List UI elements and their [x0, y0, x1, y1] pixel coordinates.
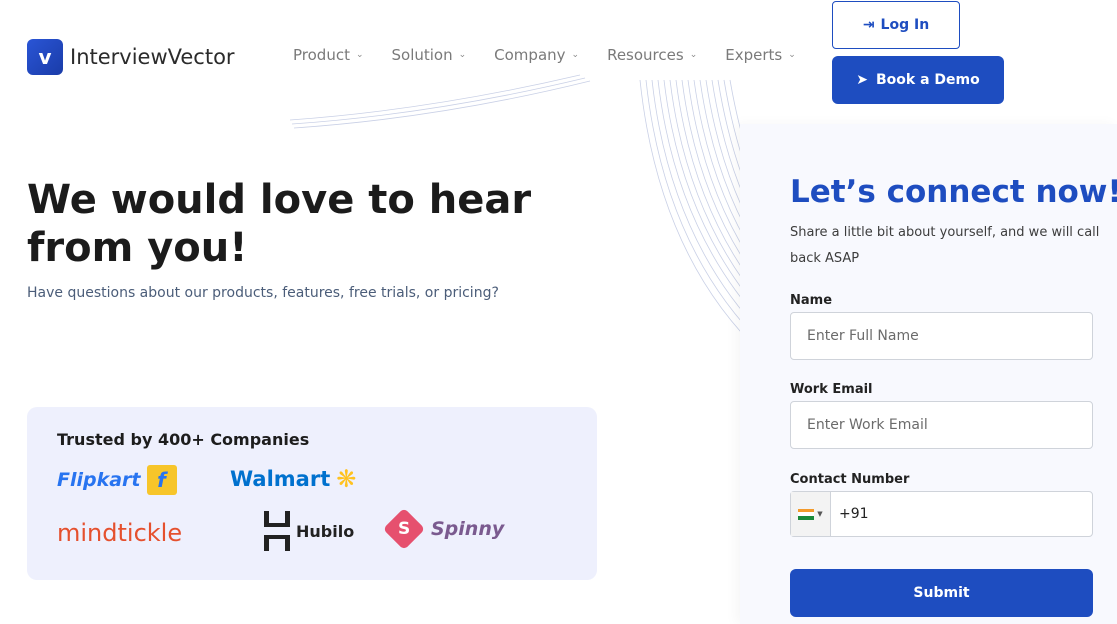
nav-label: Product [293, 46, 350, 64]
name-input[interactable] [790, 312, 1093, 360]
book-demo-button[interactable]: ➤ Book a Demo [832, 56, 1004, 104]
chevron-down-icon: ⌄ [689, 50, 698, 60]
hubilo-mark-icon [264, 511, 290, 551]
nav-label: Solution [391, 46, 453, 64]
mindtickle-wordmark: mindtickle [57, 519, 183, 547]
nav-item-company[interactable]: Company ⌄ [494, 46, 579, 64]
book-demo-label: Book a Demo [875, 72, 980, 88]
chevron-down-icon: ⌄ [458, 50, 467, 60]
send-icon: ➤ [856, 72, 868, 88]
work-email-label: Work Email [790, 382, 873, 397]
flipkart-logo: Flipkart f [57, 465, 177, 495]
caret-down-icon: ▼ [817, 510, 823, 518]
nav-item-solution[interactable]: Solution ⌄ [392, 46, 467, 64]
contact-form-panel: Let’s connect now! Share a little bit ab… [740, 124, 1117, 624]
trusted-title: Trusted by 400+ Companies [57, 430, 310, 449]
hubilo-wordmark: Hubilo [296, 521, 355, 541]
nav-item-experts[interactable]: Experts ⌄ [725, 46, 796, 64]
logo-mark-icon: v [27, 39, 63, 75]
main-nav: Product ⌄ Solution ⌄ Company ⌄ Resources… [293, 46, 824, 64]
contact-number-input[interactable] [831, 492, 1092, 536]
nav-label: Company [494, 46, 566, 64]
login-button[interactable]: ⇥ Log In [832, 1, 960, 49]
login-arrow-icon: ⇥ [862, 17, 875, 33]
login-label: Log In [880, 17, 930, 33]
hero-subtitle: Have questions about our products, featu… [27, 285, 499, 301]
nav-label: Resources [607, 46, 684, 64]
form-subtitle: Share a little bit about yourself, and w… [790, 225, 1100, 266]
hero-title: We would love to hear from you! [27, 177, 532, 271]
walmart-wordmark: Walmart [230, 467, 331, 491]
trusted-companies-card: Trusted by 400+ Companies Flipkart f Wal… [27, 407, 597, 580]
spinny-logo: S Spinny [382, 507, 505, 551]
contact-number-label: Contact Number [790, 472, 910, 487]
form-title: Let’s connect now! [790, 174, 1117, 210]
nav-label: Experts [725, 46, 783, 64]
spinny-mark-icon: S [382, 507, 426, 551]
flipkart-bag-icon: f [146, 465, 177, 495]
country-code-select[interactable]: ▼ [791, 492, 831, 536]
contact-page: v InterviewVector Product ⌄ Solution ⌄ C… [0, 0, 1117, 624]
brand-name: InterviewVector [70, 45, 235, 69]
chevron-down-icon: ⌄ [571, 50, 580, 60]
contact-number-field: ▼ [790, 491, 1093, 537]
mindtickle-logo: mindtickle [57, 519, 182, 547]
india-flag-icon [798, 508, 815, 520]
name-label: Name [790, 293, 833, 308]
walmart-spark-icon: ❋ [336, 465, 357, 493]
walmart-logo: Walmart ❋ [230, 465, 356, 493]
chevron-down-icon: ⌄ [788, 50, 796, 60]
nav-item-product[interactable]: Product ⌄ [293, 46, 364, 64]
chevron-down-icon: ⌄ [355, 50, 364, 60]
spinny-wordmark: Spinny [431, 518, 505, 540]
hubilo-logo: Hubilo [264, 511, 354, 551]
work-email-input[interactable] [790, 401, 1093, 449]
submit-button[interactable]: Submit [790, 569, 1093, 617]
flipkart-wordmark: Flipkart [57, 469, 141, 491]
brand-logo[interactable]: v InterviewVector [27, 39, 235, 75]
nav-item-resources[interactable]: Resources ⌄ [607, 46, 697, 64]
